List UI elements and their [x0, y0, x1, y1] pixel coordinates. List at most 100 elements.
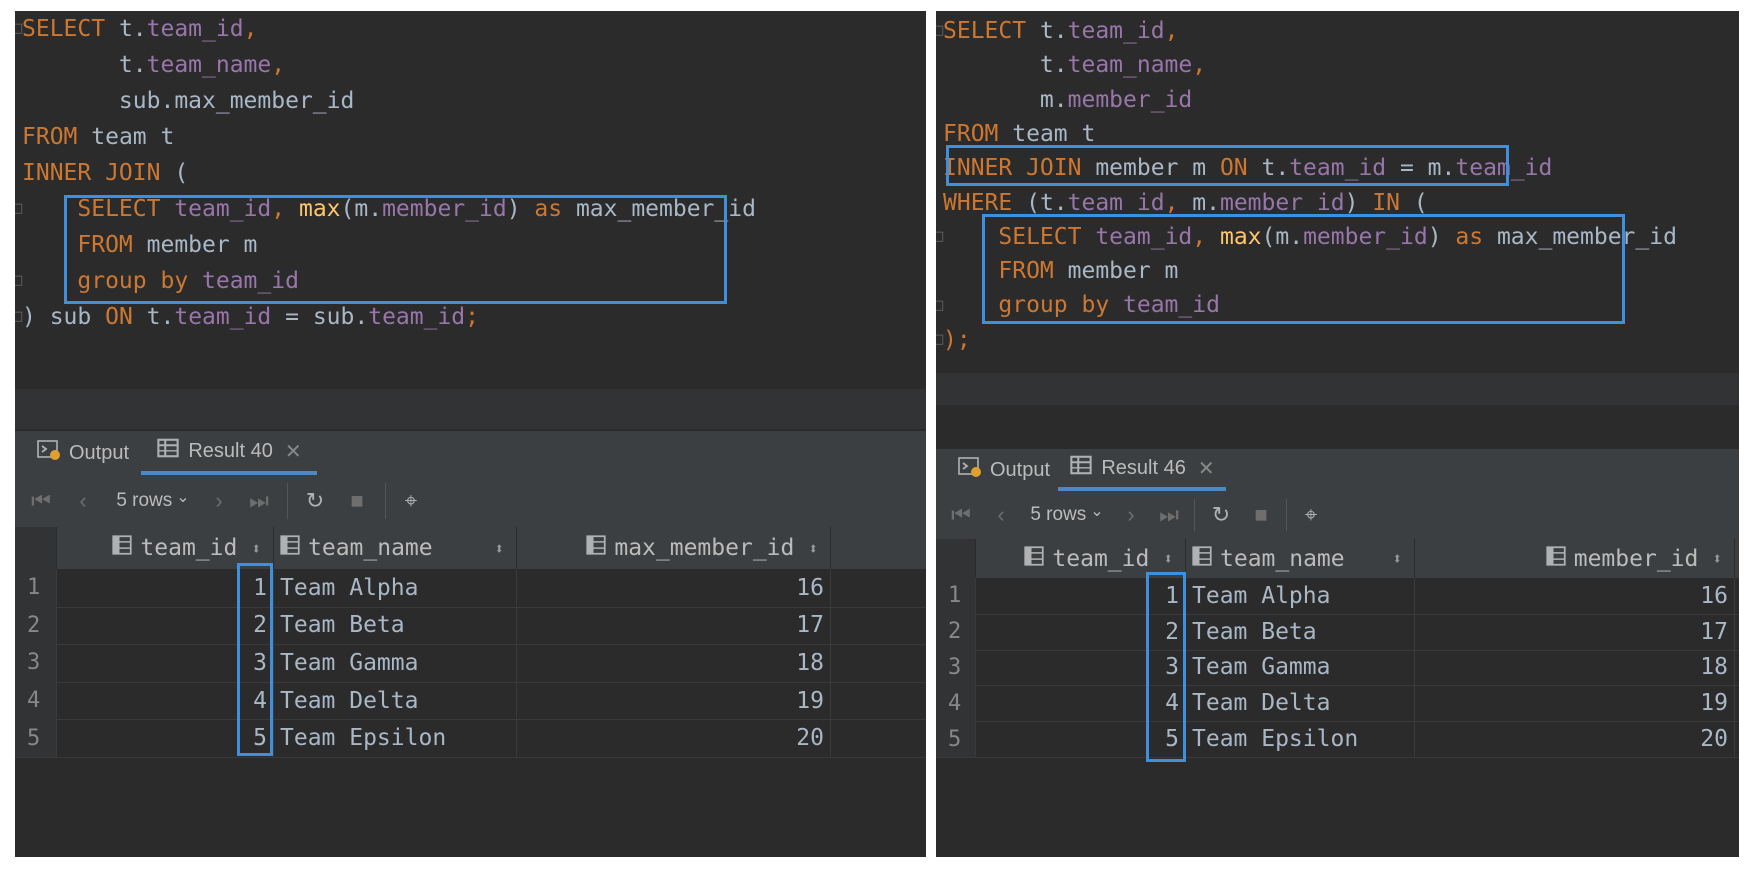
refresh-button[interactable]: ↻ — [1206, 491, 1236, 539]
rows-dropdown[interactable]: 5 rows ⌄ — [107, 475, 199, 527]
cell-team-name[interactable]: Team Delta — [1186, 685, 1415, 722]
cell-team-id[interactable]: 5 — [57, 719, 274, 757]
close-icon[interactable]: ✕ — [285, 439, 302, 464]
fold-marker-icon[interactable]: □ — [936, 23, 944, 38]
cell-team-id[interactable]: 3 — [976, 649, 1186, 686]
cell-team-name[interactable]: Team Delta — [274, 681, 517, 720]
row-number: 5 — [936, 721, 976, 757]
rows-count-label: 5 rows — [1030, 504, 1087, 525]
code-token: ON — [105, 304, 147, 330]
tab-result-label: Result 46 — [1101, 456, 1186, 479]
column-header-max-member-id[interactable]: max_member_id ⬍ — [517, 527, 831, 569]
code-token: team_id — [1289, 155, 1387, 182]
code-line: sub.max_member_id — [22, 83, 354, 119]
cell-team-name[interactable]: Team Beta — [1186, 613, 1415, 650]
left-query-panel: SELECT t.team_id, t.team_name, sub.max_m… — [15, 11, 926, 857]
prev-page-button[interactable]: ‹ — [69, 475, 97, 527]
table-row[interactable]: 1 1 Team Alpha 16 — [15, 569, 926, 608]
sort-icon[interactable]: ⬍ — [1712, 549, 1722, 568]
table-row[interactable]: 3 3 Team Gamma 18 — [936, 649, 1739, 687]
table-row[interactable]: 3 3 Team Gamma 18 — [15, 644, 926, 683]
code-line: ) sub ON t.team_id = sub.team_id; — [22, 299, 479, 335]
cell-team-name[interactable]: Team Beta — [274, 606, 517, 645]
right-query-panel: SELECT t.team_id, t.team_name, m.member_… — [936, 11, 1739, 857]
column-header-team-id[interactable]: team_id ⬍ — [976, 539, 1186, 578]
cell-member-id[interactable]: 20 — [1415, 721, 1735, 757]
cell-member-id[interactable]: 18 — [1415, 649, 1735, 686]
cell-team-name[interactable]: Team Gamma — [1186, 649, 1415, 686]
code-token: team_id — [368, 304, 466, 330]
results-grid[interactable]: team_id ⬍ team_name ⬍ member_id ⬍ 1 1 Team Alpha… — [936, 539, 1739, 857]
tab-result[interactable]: Result 46 ✕ — [1058, 449, 1226, 491]
fold-marker-icon[interactable]: □ — [15, 21, 23, 36]
sql-editor[interactable]: SELECT t.team_id, t.team_name, m.member_… — [936, 11, 1739, 373]
next-page-button[interactable]: › — [205, 475, 233, 527]
fold-marker-icon[interactable]: □ — [936, 332, 944, 347]
table-row[interactable]: 5 5 Team Epsilon 20 — [936, 721, 1739, 758]
pin-tab-button[interactable]: ⌖ — [395, 475, 427, 527]
cell-team-name[interactable]: Team Gamma — [274, 644, 517, 682]
table-row[interactable]: 4 4 Team Delta 19 — [15, 681, 926, 721]
last-page-button[interactable]: ⏭ — [245, 475, 273, 527]
cell-team-id[interactable]: 2 — [57, 606, 274, 645]
cell-member-id[interactable]: 20 — [517, 719, 831, 757]
table-row[interactable]: 2 2 Team Beta 17 — [15, 606, 926, 646]
cell-team-id[interactable]: 3 — [57, 644, 274, 682]
cell-team-id[interactable]: 4 — [976, 685, 1186, 722]
table-row[interactable]: 1 1 Team Alpha 16 — [936, 578, 1739, 615]
tab-result[interactable]: Result 40 ✕ — [141, 431, 317, 475]
column-header-team-name[interactable]: team_name ⬍ — [1186, 539, 1415, 578]
cell-member-id[interactable]: 16 — [1415, 578, 1735, 614]
sort-icon[interactable]: ⬍ — [494, 539, 504, 558]
table-row[interactable]: 5 5 Team Epsilon 20 — [15, 719, 926, 758]
sort-icon[interactable]: ⬍ — [251, 539, 261, 558]
refresh-button[interactable]: ↻ — [299, 475, 331, 527]
cell-team-id[interactable]: 1 — [57, 569, 274, 607]
column-header-team-id[interactable]: team_id ⬍ — [57, 527, 274, 569]
next-page-button[interactable]: › — [1118, 491, 1144, 539]
cell-team-name[interactable]: Team Alpha — [274, 569, 517, 607]
table-row[interactable]: 4 4 Team Delta 19 — [936, 685, 1739, 723]
cell-member-id[interactable]: 19 — [1415, 685, 1735, 722]
results-grid[interactable]: team_id ⬍ team_name ⬍ max_member_id ⬍ 1 1 Team A… — [15, 527, 926, 857]
code-token: ( — [174, 160, 189, 186]
row-number: 4 — [936, 685, 976, 722]
last-page-button[interactable]: ⏭ — [1156, 491, 1182, 539]
column-header-member-id[interactable]: member_id ⬍ — [1415, 539, 1735, 578]
cell-member-id[interactable]: 17 — [517, 606, 831, 645]
cell-member-id[interactable]: 16 — [517, 569, 831, 607]
pin-tab-button[interactable]: ⌖ — [1296, 491, 1326, 539]
sort-icon[interactable]: ⬍ — [1392, 549, 1402, 568]
cell-member-id[interactable]: 18 — [517, 644, 831, 682]
fold-marker-icon[interactable]: □ — [15, 201, 23, 216]
stop-button[interactable]: ■ — [1246, 491, 1276, 539]
cell-member-id[interactable]: 19 — [517, 681, 831, 720]
cell-team-id[interactable]: 5 — [976, 721, 1186, 757]
sql-editor[interactable]: SELECT t.team_id, t.team_name, sub.max_m… — [15, 11, 926, 389]
cell-team-name[interactable]: Team Epsilon — [1186, 721, 1415, 757]
code-line: FROM member m — [22, 227, 257, 263]
cell-member-id[interactable]: 17 — [1415, 613, 1735, 650]
column-header-team-name[interactable]: team_name ⬍ — [274, 527, 517, 569]
fold-marker-icon[interactable]: □ — [936, 229, 944, 244]
cell-team-name[interactable]: Team Epsilon — [274, 719, 517, 757]
cell-team-id[interactable]: 2 — [976, 613, 1186, 650]
cell-team-name[interactable]: Team Alpha — [1186, 578, 1415, 614]
table-row[interactable]: 2 2 Team Beta 17 — [936, 613, 1739, 651]
prev-page-button[interactable]: ‹ — [988, 491, 1014, 539]
rows-dropdown[interactable]: 5 rows ⌄ — [1024, 491, 1110, 539]
cell-team-id[interactable]: 1 — [976, 578, 1186, 614]
first-page-button[interactable]: ⏮ — [948, 491, 974, 539]
sort-icon[interactable]: ⬍ — [1163, 549, 1173, 568]
tab-output[interactable]: Output — [958, 449, 1050, 491]
first-page-button[interactable]: ⏮ — [27, 475, 55, 527]
code-token: team_id — [1067, 189, 1165, 216]
stop-button[interactable]: ■ — [341, 475, 373, 527]
sort-icon[interactable]: ⬍ — [808, 539, 818, 558]
cell-team-id[interactable]: 4 — [57, 681, 274, 720]
tab-output[interactable]: Output — [37, 431, 129, 475]
fold-marker-icon[interactable]: □ — [15, 309, 23, 324]
fold-marker-icon[interactable]: □ — [15, 273, 23, 288]
close-icon[interactable]: ✕ — [1198, 456, 1215, 481]
fold-marker-icon[interactable]: □ — [936, 298, 944, 313]
